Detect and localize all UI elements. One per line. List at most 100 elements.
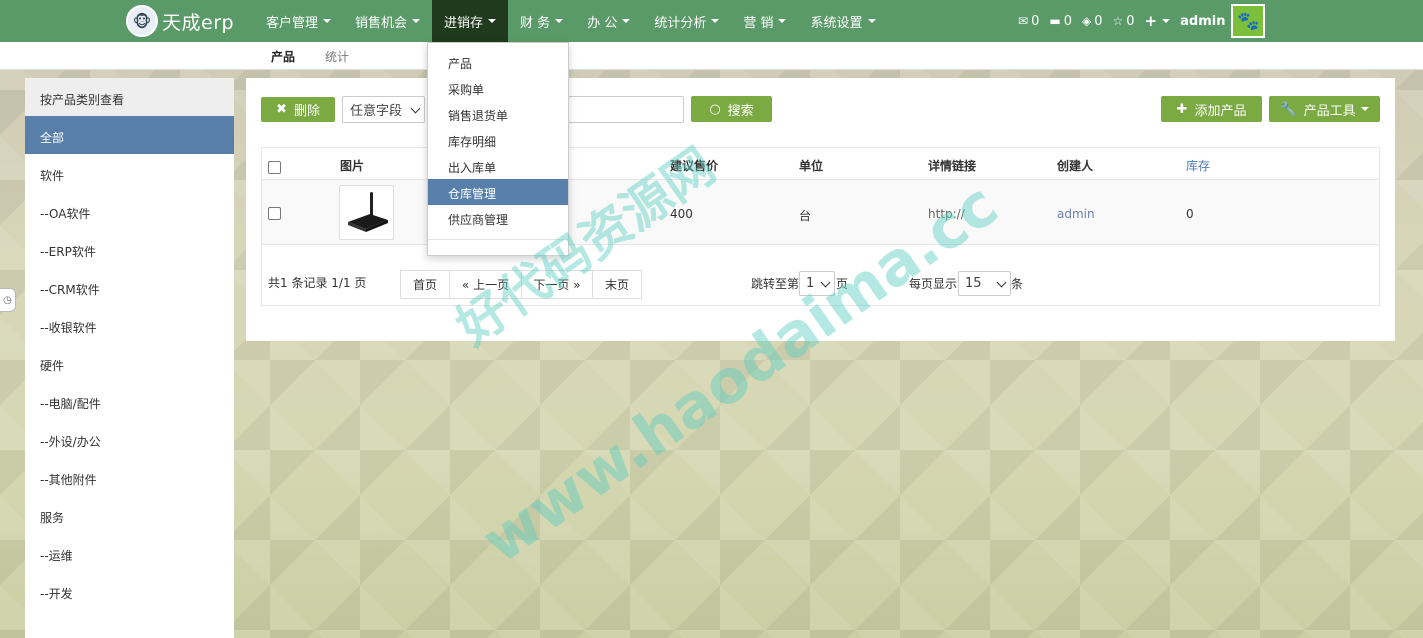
next-page-button[interactable]: 下一页 »	[521, 270, 593, 299]
user-tools: ✉ 0 ▬ 0 ◈ 0 ☆ 0 + admin 🐾	[1018, 0, 1266, 42]
prev-page-button[interactable]: « 上一页	[449, 270, 522, 299]
dropdown-item-products[interactable]: 产品	[428, 49, 568, 75]
record-count: 共1 条记录 1/1 页	[268, 276, 367, 290]
dropdown-item-stock-in-out[interactable]: 出入库单	[428, 153, 568, 179]
dropdown-item-sales-returns[interactable]: 销售退货单	[428, 101, 568, 127]
caret-down-icon	[1360, 107, 1369, 111]
sidebar-item-hardware[interactable]: 硬件	[25, 344, 234, 382]
sidebar-item-all[interactable]: 全部	[25, 116, 234, 154]
dropdown-item-warehouse[interactable]: 仓库管理	[428, 179, 568, 205]
jump-suffix: 页	[836, 277, 849, 291]
sidebar-item-computers[interactable]: --电脑/配件	[25, 382, 234, 420]
product-thumbnail[interactable]	[339, 185, 394, 240]
select-all-checkbox[interactable]	[268, 161, 281, 174]
inbox-icon: ▬	[1049, 14, 1061, 28]
inventory-dropdown-menu: 产品 采购单 销售退货单 库存明细 出入库单 仓库管理 供应商管理	[427, 42, 569, 256]
menu-office[interactable]: 办 公	[575, 0, 642, 42]
header-creator[interactable]: 创建人	[1057, 157, 1093, 174]
avatar[interactable]: 🐾	[1231, 4, 1266, 38]
sidebar-item-oa-software[interactable]: --OA软件	[25, 192, 234, 230]
header-unit[interactable]: 单位	[799, 157, 823, 174]
caret-down-icon	[323, 19, 332, 23]
dropdown-item-suppliers[interactable]: 供应商管理	[428, 205, 568, 231]
field-select[interactable]: 任意字段	[342, 96, 425, 123]
header-price[interactable]: 建议售价	[670, 157, 718, 174]
menu-finance[interactable]: 财 务	[508, 0, 575, 42]
main-menu: 客户管理 销售机会 进销存 财 务 办 公 统计分析 营 销 系统设置	[254, 0, 888, 42]
cell-link[interactable]: http://	[928, 207, 965, 221]
menu-inventory[interactable]: 进销存	[432, 0, 509, 42]
sidebar-item-crm-software[interactable]: --CRM软件	[25, 268, 234, 306]
cell-creator[interactable]: admin	[1057, 207, 1095, 221]
caret-down-icon	[711, 19, 720, 23]
clock-icon[interactable]: ◷	[0, 288, 16, 312]
dropdown-item-stock-details[interactable]: 库存明细	[428, 127, 568, 153]
tab-products[interactable]: 产品	[271, 48, 295, 65]
sidebar-item-accessories[interactable]: --其他附件	[25, 458, 234, 496]
search-button[interactable]: ○ 搜索	[691, 96, 772, 122]
sidebar-item-peripherals[interactable]: --外设/办公	[25, 420, 234, 458]
sidebar-item-development[interactable]: --开发	[25, 572, 234, 610]
category-sidebar: 按产品类别查看 全部 软件 --OA软件 --ERP软件 --CRM软件 --收…	[25, 78, 234, 638]
task-counter[interactable]: ▬ 0	[1049, 14, 1072, 29]
app-logo[interactable]: 🐵 天成erp	[126, 5, 234, 37]
close-icon: ✖	[276, 102, 287, 117]
chevron-down-icon	[820, 277, 831, 287]
per-page-select[interactable]: 15	[958, 271, 1011, 296]
diamond-counter[interactable]: ◈ 0	[1082, 14, 1103, 29]
user-menu[interactable]: admin	[1180, 14, 1225, 29]
top-navbar: 🐵 天成erp 客户管理 销售机会 进销存 财 务 办 公 统计分析 营 销 系…	[0, 0, 1423, 42]
mail-counter[interactable]: ✉ 0	[1018, 14, 1039, 29]
sidebar-item-software[interactable]: 软件	[25, 154, 234, 192]
sidebar-item-erp-software[interactable]: --ERP软件	[25, 230, 234, 268]
search-icon: ○	[709, 101, 721, 117]
app-name: 天成erp	[162, 11, 235, 34]
chevron-down-icon	[410, 103, 421, 113]
delete-button[interactable]: ✖ 删除	[261, 97, 335, 122]
caret-down-icon	[778, 19, 787, 23]
dropdown-item-purchase-orders[interactable]: 采购单	[428, 75, 568, 101]
sidebar-title: 按产品类别查看	[25, 78, 234, 116]
menu-marketing[interactable]: 营 销	[731, 0, 798, 42]
pagination: 首页 « 上一页 下一页 » 末页	[400, 270, 642, 299]
sidebar-item-pos-software[interactable]: --收银软件	[25, 306, 234, 344]
envelope-icon: ✉	[1018, 14, 1029, 28]
monkey-logo-icon: 🐵	[126, 5, 158, 37]
product-tools-button[interactable]: 🔧 产品工具	[1269, 96, 1380, 122]
row-checkbox[interactable]	[268, 207, 281, 220]
tab-statistics[interactable]: 统计	[325, 48, 349, 65]
caret-down-icon	[867, 19, 876, 23]
caret-down-icon	[555, 19, 564, 23]
caret-down-icon	[488, 19, 497, 23]
menu-sales-opportunities[interactable]: 销售机会	[343, 0, 432, 42]
jump-page-select[interactable]: 1	[799, 271, 835, 296]
menu-system-settings[interactable]: 系统设置	[798, 0, 887, 42]
star-counter[interactable]: ☆ 0	[1112, 14, 1134, 29]
quick-add-menu[interactable]: +	[1145, 12, 1171, 30]
search-input[interactable]	[568, 96, 684, 123]
router-icon	[348, 192, 388, 232]
first-page-button[interactable]: 首页	[400, 270, 450, 299]
jump-prefix: 跳转至第	[751, 277, 800, 291]
sub-navbar: 产品 统计	[0, 42, 1423, 70]
product-panel: ✖ 删除 任意字段 ○ 搜索 ✚ 添加产品 🔧 产品工具 图片 建议售价 单位 详情链接…	[246, 78, 1395, 341]
diamond-icon: ◈	[1081, 14, 1092, 28]
header-link[interactable]: 详情链接	[928, 157, 976, 174]
header-image: 图片	[340, 159, 365, 173]
wrench-icon: 🔧	[1280, 101, 1297, 117]
cell-price: 400	[670, 207, 693, 221]
caret-down-icon	[622, 19, 631, 23]
cell-stock: 0	[1186, 207, 1194, 221]
sidebar-item-maintenance[interactable]: --运维	[25, 534, 234, 572]
header-stock[interactable]: 库存	[1186, 157, 1210, 174]
last-page-button[interactable]: 末页	[592, 270, 642, 299]
menu-statistics[interactable]: 统计分析	[642, 0, 731, 42]
plus-icon: ✚	[1176, 101, 1188, 117]
caret-down-icon	[412, 19, 421, 23]
menu-customers[interactable]: 客户管理	[254, 0, 343, 42]
per-page-prefix: 每页显示	[909, 277, 958, 291]
add-product-button[interactable]: ✚ 添加产品	[1161, 96, 1262, 122]
sidebar-item-services[interactable]: 服务	[25, 496, 234, 534]
star-icon: ☆	[1112, 14, 1124, 28]
cell-unit: 台	[799, 209, 812, 223]
